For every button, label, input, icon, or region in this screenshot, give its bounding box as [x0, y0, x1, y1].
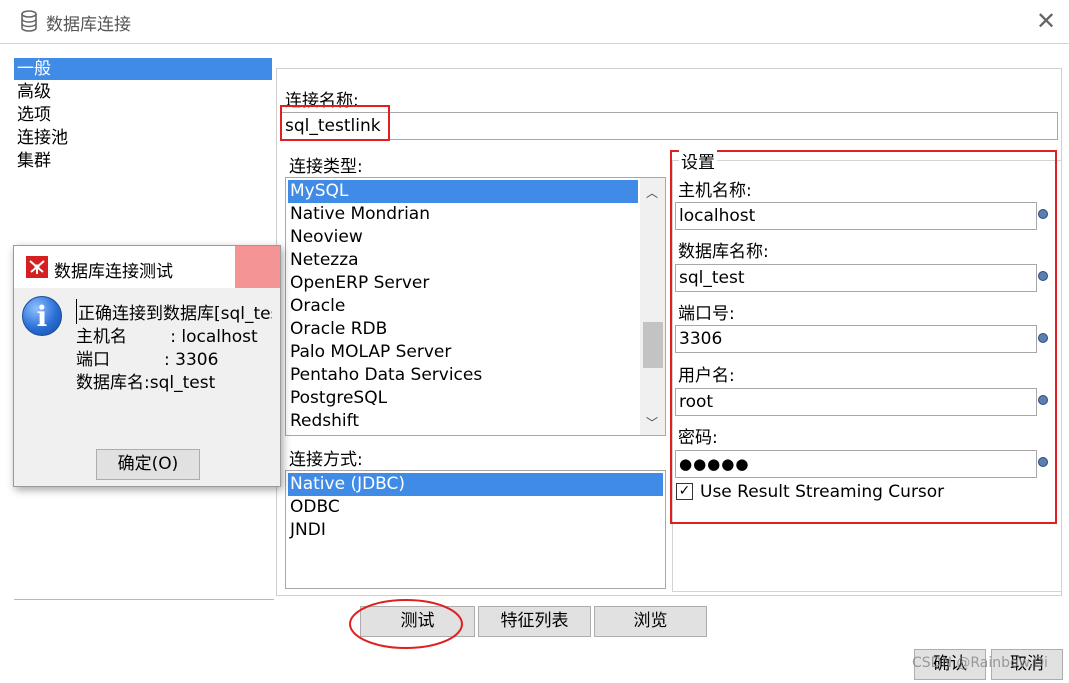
highlight-box-name	[280, 105, 390, 141]
nav-item-pooling[interactable]: 连接池	[14, 127, 272, 149]
list-item[interactable]: JNDI	[288, 519, 326, 542]
password-label: 密码:	[678, 428, 718, 448]
access-label: 连接方式:	[289, 450, 363, 470]
password-field[interactable]: ●●●●●	[675, 450, 1037, 478]
dialog-message-line1: 正确连接到数据库[sql_tes	[76, 299, 272, 324]
scrollbar[interactable]: ︿ ﹀	[640, 178, 665, 435]
dialog-ok-button[interactable]: 确定(O)	[96, 449, 200, 480]
database-field[interactable]: sql_test	[675, 264, 1037, 292]
list-item[interactable]: Neoview	[288, 226, 363, 249]
nav-item-cluster[interactable]: 集群	[14, 150, 272, 172]
info-icon: i	[22, 296, 62, 336]
nav-item-options[interactable]: 选项	[14, 104, 272, 126]
highlight-ellipse-test	[349, 599, 463, 649]
dialog-title: 数据库连接测试	[54, 262, 173, 282]
host-field[interactable]: localhost	[675, 202, 1037, 230]
scrollbar-thumb[interactable]	[643, 322, 663, 368]
host-label: 主机名称:	[678, 181, 752, 201]
app-logo-icon	[26, 256, 48, 278]
user-field[interactable]: root	[675, 388, 1037, 416]
variable-icon[interactable]	[1038, 395, 1048, 405]
dialog-message-line3: 端口 : 3306	[76, 350, 219, 370]
port-label: 端口号:	[678, 304, 735, 324]
variable-icon[interactable]	[1038, 271, 1048, 281]
variable-icon[interactable]	[1038, 209, 1048, 219]
list-item[interactable]: Palo MOLAP Server	[288, 341, 451, 364]
list-item[interactable]: Native Mondrian	[288, 203, 430, 226]
list-item[interactable]: ODBC	[288, 496, 340, 519]
list-item[interactable]: PostgreSQL	[288, 387, 387, 410]
user-label: 用户名:	[678, 366, 735, 386]
watermark: CSDN @Rainbow.Di	[912, 655, 1048, 671]
db-label: 数据库名称:	[678, 242, 769, 262]
access-list[interactable]: Native (JDBC) ODBC JNDI	[285, 470, 666, 589]
dialog-message-line2: 主机名 : localhost	[76, 327, 258, 347]
window-title: 数据库连接	[46, 15, 131, 35]
streaming-checkbox[interactable]: ✓	[676, 483, 693, 500]
list-item[interactable]: MySQL	[288, 180, 638, 203]
nav-item-advanced[interactable]: 高级	[14, 81, 272, 103]
dialog-message-line4: 数据库名:sql_test	[76, 373, 216, 393]
variable-icon[interactable]	[1038, 333, 1048, 343]
list-item[interactable]: OpenERP Server	[288, 272, 429, 295]
feature-list-button[interactable]: 特征列表	[478, 606, 591, 637]
connection-type-label: 连接类型:	[289, 157, 363, 177]
list-item[interactable]: Oracle RDB	[288, 318, 387, 341]
scroll-down-icon[interactable]: ﹀	[646, 414, 658, 431]
close-icon[interactable]: ✕	[1034, 9, 1058, 34]
dialog-close-button[interactable]	[235, 246, 280, 288]
list-item[interactable]: Pentaho Data Services	[288, 364, 482, 387]
title-bar	[0, 0, 1069, 44]
settings-title: 设置	[679, 148, 717, 173]
nav-item-general[interactable]: 一般	[14, 58, 272, 80]
list-item[interactable]: Native (JDBC)	[288, 473, 663, 496]
list-item[interactable]: Netezza	[288, 249, 359, 272]
connection-type-list[interactable]: MySQL Native Mondrian Neoview Netezza Op…	[285, 177, 666, 436]
scroll-up-icon[interactable]: ︿	[646, 184, 658, 201]
port-field[interactable]: 3306	[675, 325, 1037, 353]
list-item[interactable]: Oracle	[288, 295, 345, 318]
connection-name-field[interactable]	[280, 112, 1058, 140]
database-icon	[21, 10, 37, 32]
list-item[interactable]: Redshift	[288, 410, 359, 433]
test-result-dialog: 数据库连接测试 i 正确连接到数据库[sql_tes 主机名 : localho…	[13, 245, 281, 487]
browse-button[interactable]: 浏览	[594, 606, 707, 637]
streaming-label: Use Result Streaming Cursor	[700, 482, 945, 502]
variable-icon[interactable]	[1038, 457, 1048, 467]
